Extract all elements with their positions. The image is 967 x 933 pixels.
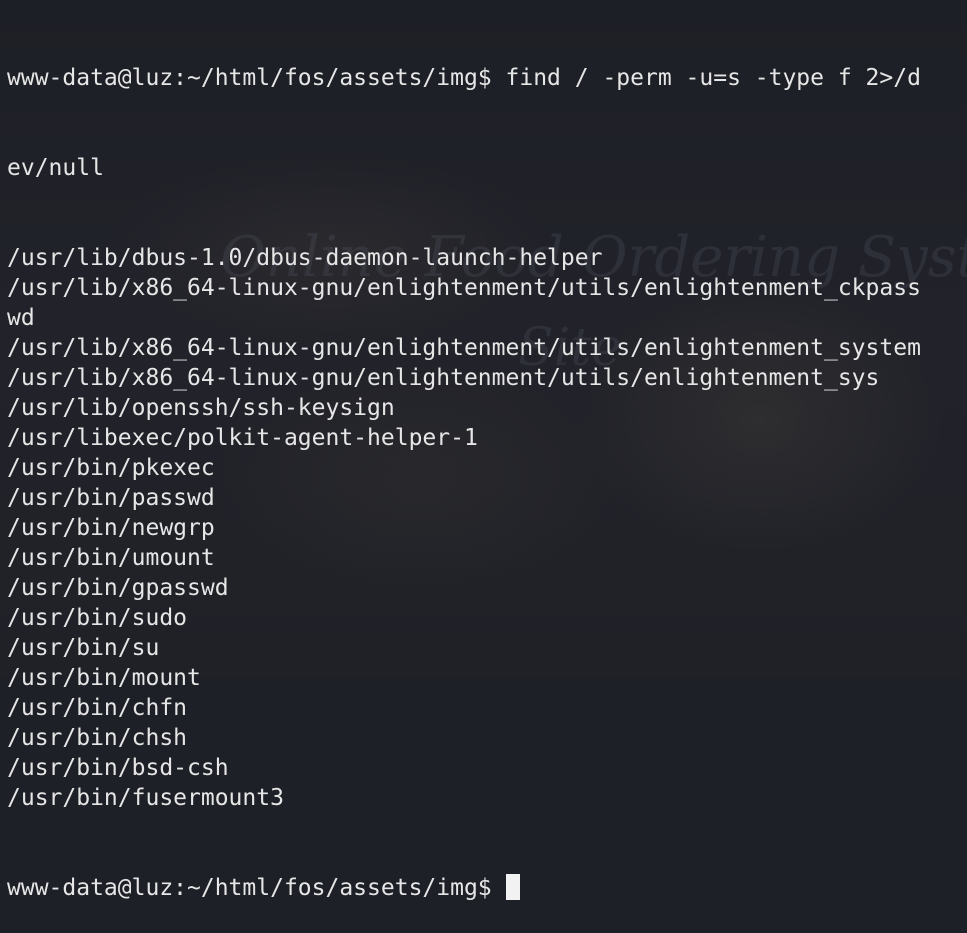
output-line: /usr/bin/chfn [7,695,188,721]
terminal-output[interactable]: www-data@luz:~/html/fos/assets/img$ find… [7,3,967,933]
command-text: find / -perm -u=s -type f 2>/d [505,65,921,91]
shell-prompt: www-data@luz:~/html/fos/assets/img$ [7,875,492,901]
text-cursor [505,874,520,900]
shell-prompt: www-data@luz:~/html/fos/assets/img$ [7,65,492,91]
output-line: /usr/bin/su [7,635,160,661]
output-line: /usr/lib/x86_64-linux-gnu/enlightenment/… [7,365,880,391]
output-line: /usr/lib/dbus-1.0/dbus-daemon-launch-hel… [7,245,603,271]
output-line: wd [7,305,35,331]
output-line: /usr/lib/x86_64-linux-gnu/enlightenment/… [7,275,921,301]
output-line: /usr/bin/umount [7,545,215,571]
output-line: /usr/bin/mount [7,665,201,691]
output-line: /usr/lib/x86_64-linux-gnu/enlightenment/… [7,335,921,361]
command-line-wrap: ev/null [7,155,104,181]
output-line: /usr/bin/newgrp [7,515,215,541]
output-line: /usr/bin/sudo [7,605,188,631]
output-line: /usr/bin/chsh [7,725,188,751]
output-line: /usr/bin/pkexec [7,455,215,481]
command-line: www-data@luz:~/html/fos/assets/img$ find… [7,63,967,93]
output-line: /usr/bin/fusermount3 [7,785,284,811]
output-line: /usr/lib/openssh/ssh-keysign [7,395,395,421]
output-line: /usr/bin/passwd [7,485,215,511]
output-line: /usr/libexec/polkit-agent-helper-1 [7,425,478,451]
output-line: /usr/bin/bsd-csh [7,755,229,781]
output-line: /usr/bin/gpasswd [7,575,229,601]
current-prompt-line[interactable]: www-data@luz:~/html/fos/assets/img$ [7,873,967,903]
